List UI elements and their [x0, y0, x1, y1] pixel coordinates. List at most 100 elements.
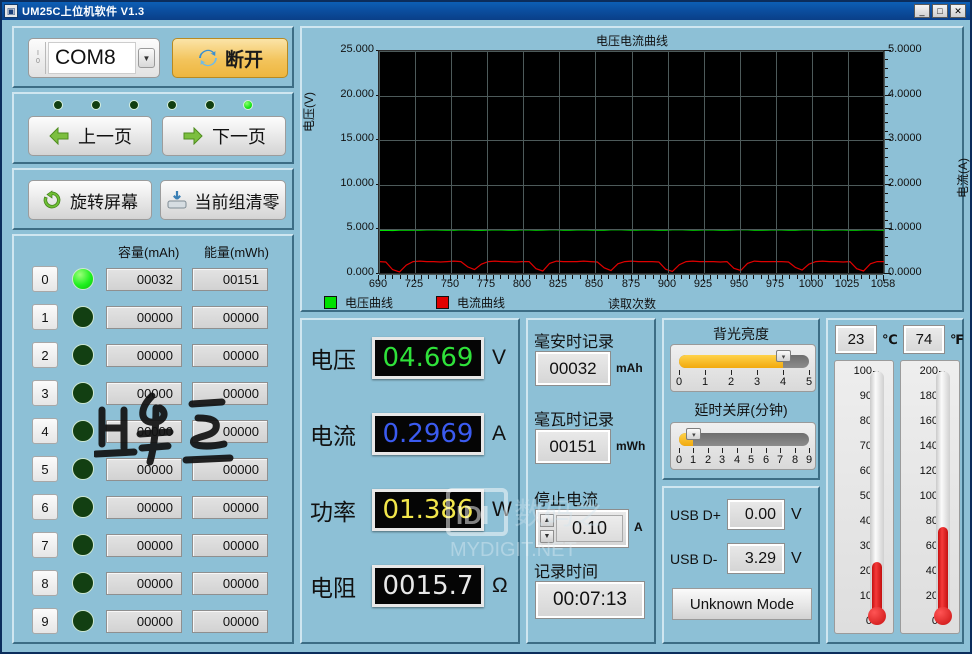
x-tick: [789, 275, 790, 279]
row-active-led: [72, 458, 94, 480]
row-capacity: 00000: [106, 458, 182, 481]
table-row[interactable]: 90000000000: [14, 604, 292, 638]
prev-page-button[interactable]: 上一页: [28, 116, 152, 156]
backlight-tick-label: 2: [728, 376, 734, 388]
gridline-vertical: [632, 51, 633, 273]
fahrenheit-mercury: [938, 527, 948, 620]
window-controls: _ □ ✕: [914, 4, 968, 18]
y-tick-label-left: 25.000: [302, 43, 374, 55]
sleep-tick: [708, 448, 709, 453]
table-row[interactable]: 60000000000: [14, 490, 292, 524]
backlight-tick: [809, 370, 810, 375]
table-row[interactable]: 20000000000: [14, 338, 292, 372]
row-index[interactable]: 4: [32, 418, 58, 444]
x-tick: [674, 275, 675, 279]
com-port-value: COM8: [48, 42, 136, 74]
table-row[interactable]: 00003200151: [14, 262, 292, 296]
sleep-caption: 延时关屏(分钟): [664, 400, 818, 420]
x-tick: [378, 275, 379, 281]
row-index[interactable]: 5: [32, 456, 58, 482]
row-index[interactable]: 6: [32, 494, 58, 520]
y-tick-label-right: 5.0000: [888, 43, 954, 55]
sleep-thumb[interactable]: ▾: [686, 428, 701, 440]
table-row[interactable]: 80000000000: [14, 566, 292, 600]
y-tick-right: [884, 228, 891, 229]
row-index[interactable]: 3: [32, 380, 58, 406]
record-time-value: 00:07:13: [536, 582, 644, 618]
backlight-tick: [783, 370, 784, 375]
row-index[interactable]: 1: [32, 304, 58, 330]
row-active-led: [72, 268, 94, 290]
connection-panel: I 0 COM8 ▼ 断开: [12, 26, 294, 88]
stop-current-value[interactable]: 0.10: [556, 515, 623, 542]
sleep-ticks: 0123456789: [679, 448, 809, 468]
backlight-tick-label: 4: [780, 376, 786, 388]
table-row[interactable]: 40000000000: [14, 414, 292, 448]
fahrenheit-unit: ℉: [950, 332, 964, 348]
close-button[interactable]: ✕: [950, 4, 966, 18]
table-row[interactable]: 50000000000: [14, 452, 292, 486]
y-tick-right: [884, 50, 891, 51]
com-port-select[interactable]: I 0 COM8 ▼: [28, 38, 160, 78]
sleep-slider[interactable]: ▾ 0123456789: [670, 422, 816, 470]
table-header: 容量(mAh) 能量(mWh): [14, 242, 292, 260]
y-tick-label-left: 5.000: [302, 221, 374, 233]
row-index[interactable]: 8: [32, 570, 58, 596]
sleep-tick: [795, 448, 796, 453]
backlight-tick: [731, 370, 732, 375]
disconnect-button[interactable]: 断开: [172, 38, 288, 78]
reset-disk-icon: [167, 190, 187, 210]
table-row[interactable]: 70000000000: [14, 528, 292, 562]
row-index[interactable]: 2: [32, 342, 58, 368]
row-index[interactable]: 9: [32, 608, 58, 634]
page-led-2: [129, 100, 139, 110]
stepper-down-button[interactable]: ▼: [540, 530, 554, 543]
pagination-panel: 上一页 下一页: [12, 92, 294, 164]
next-page-button[interactable]: 下一页: [162, 116, 286, 156]
row-index[interactable]: 0: [32, 266, 58, 292]
refresh-icon: [197, 47, 219, 69]
readout-value-resistance: 0015.7: [372, 565, 484, 607]
charging-mode-button[interactable]: Unknown Mode: [672, 588, 812, 620]
readout-unit-power: W: [492, 498, 512, 522]
chart-title: 电压电流曲线: [302, 32, 962, 49]
page-led-3: [167, 100, 177, 110]
x-tick: [667, 275, 668, 281]
gridline-horizontal: [379, 140, 883, 141]
backlight-thumb[interactable]: ▾: [776, 350, 791, 362]
maximize-button[interactable]: □: [932, 4, 948, 18]
y-tick-label-left: 10.000: [302, 177, 374, 189]
celsius-readout: 23 ℃: [836, 326, 898, 353]
x-tick: [572, 275, 573, 279]
gridline-vertical: [559, 51, 560, 273]
y-tick-label-right: 0.0000: [888, 266, 954, 278]
zero-group-button[interactable]: 当前组清零: [160, 180, 286, 220]
stop-current-stepper[interactable]: ▲ ▼ 0.10: [536, 510, 628, 547]
backlight-slider[interactable]: ▾ 012345: [670, 344, 816, 392]
rotate-screen-button[interactable]: 旋转屏幕: [28, 180, 152, 220]
temperature-panel: 23 ℃ 74 ℉ 1009080706050403020100 2001801…: [826, 318, 964, 644]
io-icon-top: I: [37, 50, 39, 58]
usb-data-panel: USB D+ 0.00 V USB D- 3.29 V Unknown Mode: [662, 486, 820, 644]
table-row[interactable]: 30000000000: [14, 376, 292, 410]
page-led-0: [53, 100, 63, 110]
stepper-up-button[interactable]: ▲: [540, 514, 554, 527]
fahrenheit-tube: [936, 371, 950, 621]
chevron-down-icon[interactable]: ▼: [138, 48, 155, 68]
minimize-button[interactable]: _: [914, 4, 930, 18]
sleep-tick-label: 3: [719, 454, 725, 466]
page-led-1: [91, 100, 101, 110]
arrow-left-icon: [48, 127, 70, 145]
gridline-vertical: [595, 51, 596, 273]
sleep-tick-label: 9: [806, 454, 812, 466]
row-capacity: 00000: [106, 306, 182, 329]
arrow-right-icon: [182, 127, 204, 145]
table-row[interactable]: 10000000000: [14, 300, 292, 334]
chart-plot-area[interactable]: [378, 50, 884, 274]
fahrenheit-readout: 74 ℉: [904, 326, 964, 353]
row-index[interactable]: 7: [32, 532, 58, 558]
y-tick-label-right: 1.0000: [888, 221, 954, 233]
gridline-horizontal: [379, 274, 883, 275]
next-page-label: 下一页: [212, 123, 266, 149]
live-readouts-panel: 电压04.669V电流0.2969A功率01.386W电阻0015.7Ω: [300, 318, 520, 644]
